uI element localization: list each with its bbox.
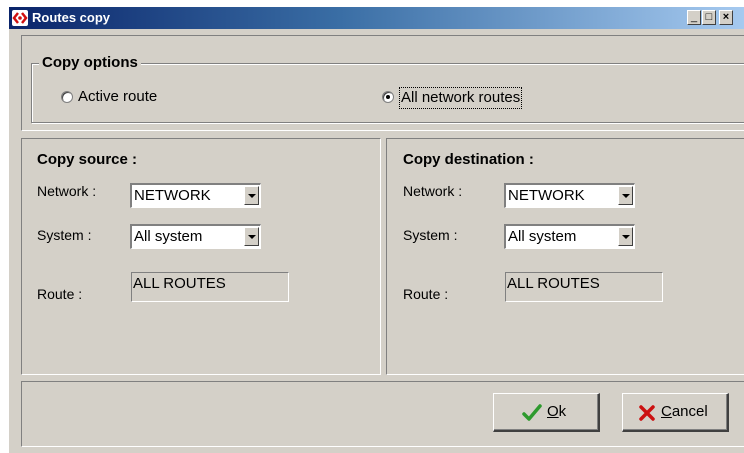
app-icon [12, 10, 28, 26]
dest-system-label: System : [403, 227, 458, 243]
copy-source-title: Copy source : [37, 151, 138, 168]
title-bar[interactable]: Routes copy _ □ × [9, 7, 744, 29]
source-network-select[interactable]: NETWORK [130, 183, 261, 208]
cancel-button-label: Cancel [661, 403, 708, 420]
chevron-down-icon[interactable] [244, 186, 259, 205]
dest-route-field: ALL ROUTES [505, 272, 663, 302]
chevron-down-icon[interactable] [244, 227, 259, 246]
ok-button-label: Ok [547, 403, 567, 420]
radio-active-route[interactable]: Active route [61, 87, 221, 107]
cancel-button[interactable]: Cancel [622, 393, 729, 432]
window-title: Routes copy [32, 10, 111, 25]
radio-active-route-label: Active route [78, 88, 158, 105]
source-route-field: ALL ROUTES [131, 272, 289, 302]
source-network-value: NETWORK [134, 187, 211, 204]
maximize-button[interactable]: □ [702, 10, 716, 25]
dest-system-value: All system [508, 228, 577, 245]
cancel-x-icon [639, 405, 655, 421]
copy-destination-title: Copy destination : [403, 151, 534, 168]
minimize-button[interactable]: _ [687, 10, 701, 25]
chevron-down-icon[interactable] [618, 227, 633, 246]
routes-copy-window: Routes copy _ □ × Copy options Active ro… [8, 6, 744, 453]
source-system-select[interactable]: All system [130, 224, 261, 249]
copy-destination-panel [386, 138, 744, 375]
radio-all-network-routes-label: All network routes [399, 87, 523, 109]
source-system-value: All system [134, 228, 203, 245]
checkmark-icon [522, 404, 542, 421]
source-system-label: System : [37, 227, 92, 243]
copy-options-legend: Copy options [39, 54, 141, 72]
source-route-value: ALL ROUTES [133, 275, 226, 292]
dest-system-select[interactable]: All system [504, 224, 635, 249]
dest-route-label: Route : [403, 286, 449, 302]
dest-network-select[interactable]: NETWORK [504, 183, 635, 208]
radio-active-route-circle[interactable] [61, 91, 73, 103]
close-button[interactable]: × [719, 10, 733, 25]
copy-source-panel [21, 138, 381, 375]
dest-route-value: ALL ROUTES [507, 275, 600, 292]
source-network-label: Network : [37, 183, 97, 199]
radio-all-network-routes-circle[interactable] [382, 91, 394, 103]
ok-button[interactable]: Ok [493, 393, 600, 432]
source-route-label: Route : [37, 286, 83, 302]
dest-network-value: NETWORK [508, 187, 585, 204]
dest-network-label: Network : [403, 183, 463, 199]
radio-all-network-routes[interactable]: All network routes [382, 87, 582, 109]
chevron-down-icon[interactable] [618, 186, 633, 205]
